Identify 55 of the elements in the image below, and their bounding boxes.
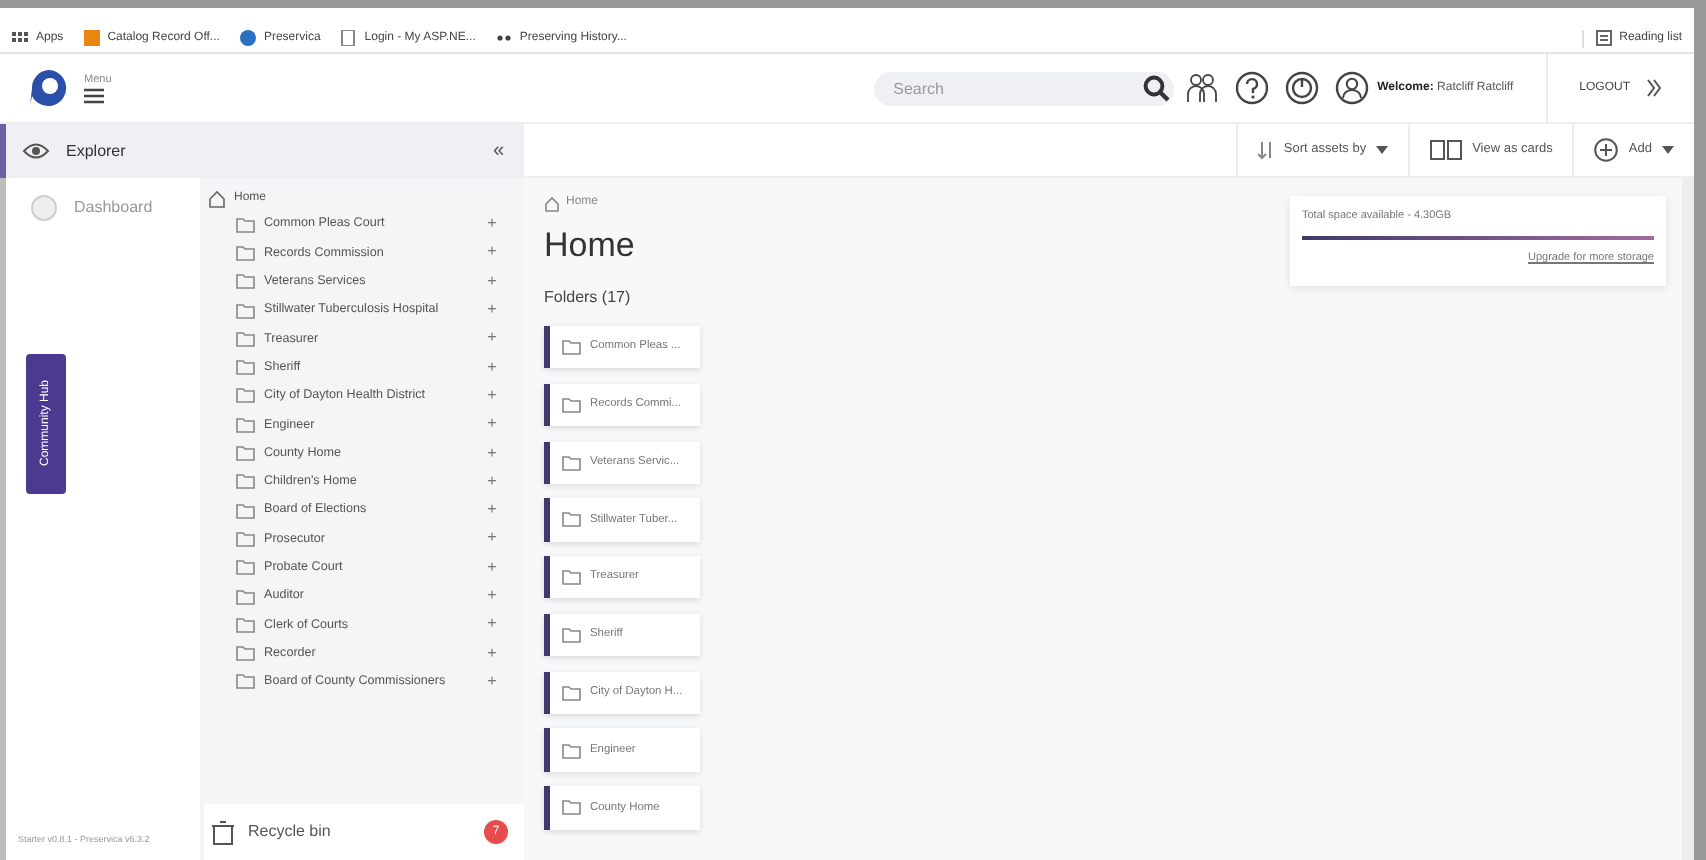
caret-icon <box>1376 146 1389 154</box>
scrollbar[interactable] <box>1682 178 1694 860</box>
dots-icon <box>495 30 512 46</box>
eye-icon <box>22 142 50 160</box>
expand-button[interactable]: + <box>472 555 512 580</box>
folder-icon <box>562 741 582 760</box>
expand-button[interactable]: + <box>472 355 512 380</box>
sort-icon <box>1257 140 1274 160</box>
help-icon[interactable] <box>1233 70 1270 106</box>
expand-button[interactable]: + <box>472 584 512 608</box>
expand-button[interactable]: + <box>472 383 512 408</box>
expand-button[interactable]: + <box>472 326 512 351</box>
search-field[interactable]: Search <box>873 71 1174 105</box>
dashboard-icon <box>30 194 58 222</box>
expand-button[interactable]: + <box>472 298 512 323</box>
expand-button[interactable]: + <box>472 240 512 265</box>
expand-button[interactable]: + <box>472 441 512 466</box>
folder-icon <box>562 453 582 472</box>
expand-button[interactable]: + <box>472 212 512 237</box>
folder-icon <box>562 683 582 702</box>
page-icon <box>340 30 357 46</box>
expand-button[interactable]: + <box>472 498 512 523</box>
cards-icon <box>1430 140 1463 160</box>
folder-icon <box>562 510 582 529</box>
expand-button[interactable]: + <box>472 412 512 437</box>
page-title: Home <box>544 228 637 262</box>
folder-icon <box>562 338 582 357</box>
expand-button[interactable]: + <box>472 269 512 294</box>
power-icon[interactable] <box>1283 70 1320 106</box>
folder-icon <box>562 568 582 587</box>
sidebar-item[interactable]: Explorer <box>22 139 493 163</box>
reading-list-icon <box>1595 30 1612 46</box>
folder-icon <box>562 395 582 414</box>
home-icon <box>544 195 560 211</box>
expand-button[interactable]: + <box>472 612 512 637</box>
folder-icon <box>562 626 582 645</box>
bookmark-square-icon <box>83 30 100 46</box>
section-heading: Folders (17) <box>544 286 633 310</box>
home-icon <box>208 189 226 207</box>
expand-button[interactable]: + <box>472 469 512 494</box>
expand-button[interactable]: + <box>472 641 512 666</box>
people-icon[interactable] <box>1183 70 1220 106</box>
folder-icon <box>562 798 582 817</box>
collapse-button[interactable]: « <box>492 136 504 166</box>
globe-icon <box>239 30 256 46</box>
menu-icon[interactable] <box>84 88 104 105</box>
expand-button[interactable]: + <box>472 669 512 694</box>
caret-icon <box>1662 146 1674 154</box>
expand-button[interactable]: + <box>472 526 512 551</box>
grid-icon <box>12 30 28 46</box>
add-icon <box>1594 138 1619 162</box>
double-chevron-icon <box>1646 78 1662 98</box>
logo-icon <box>28 68 68 108</box>
recycle-bin-icon <box>212 819 236 845</box>
user-icon[interactable] <box>1333 70 1370 106</box>
